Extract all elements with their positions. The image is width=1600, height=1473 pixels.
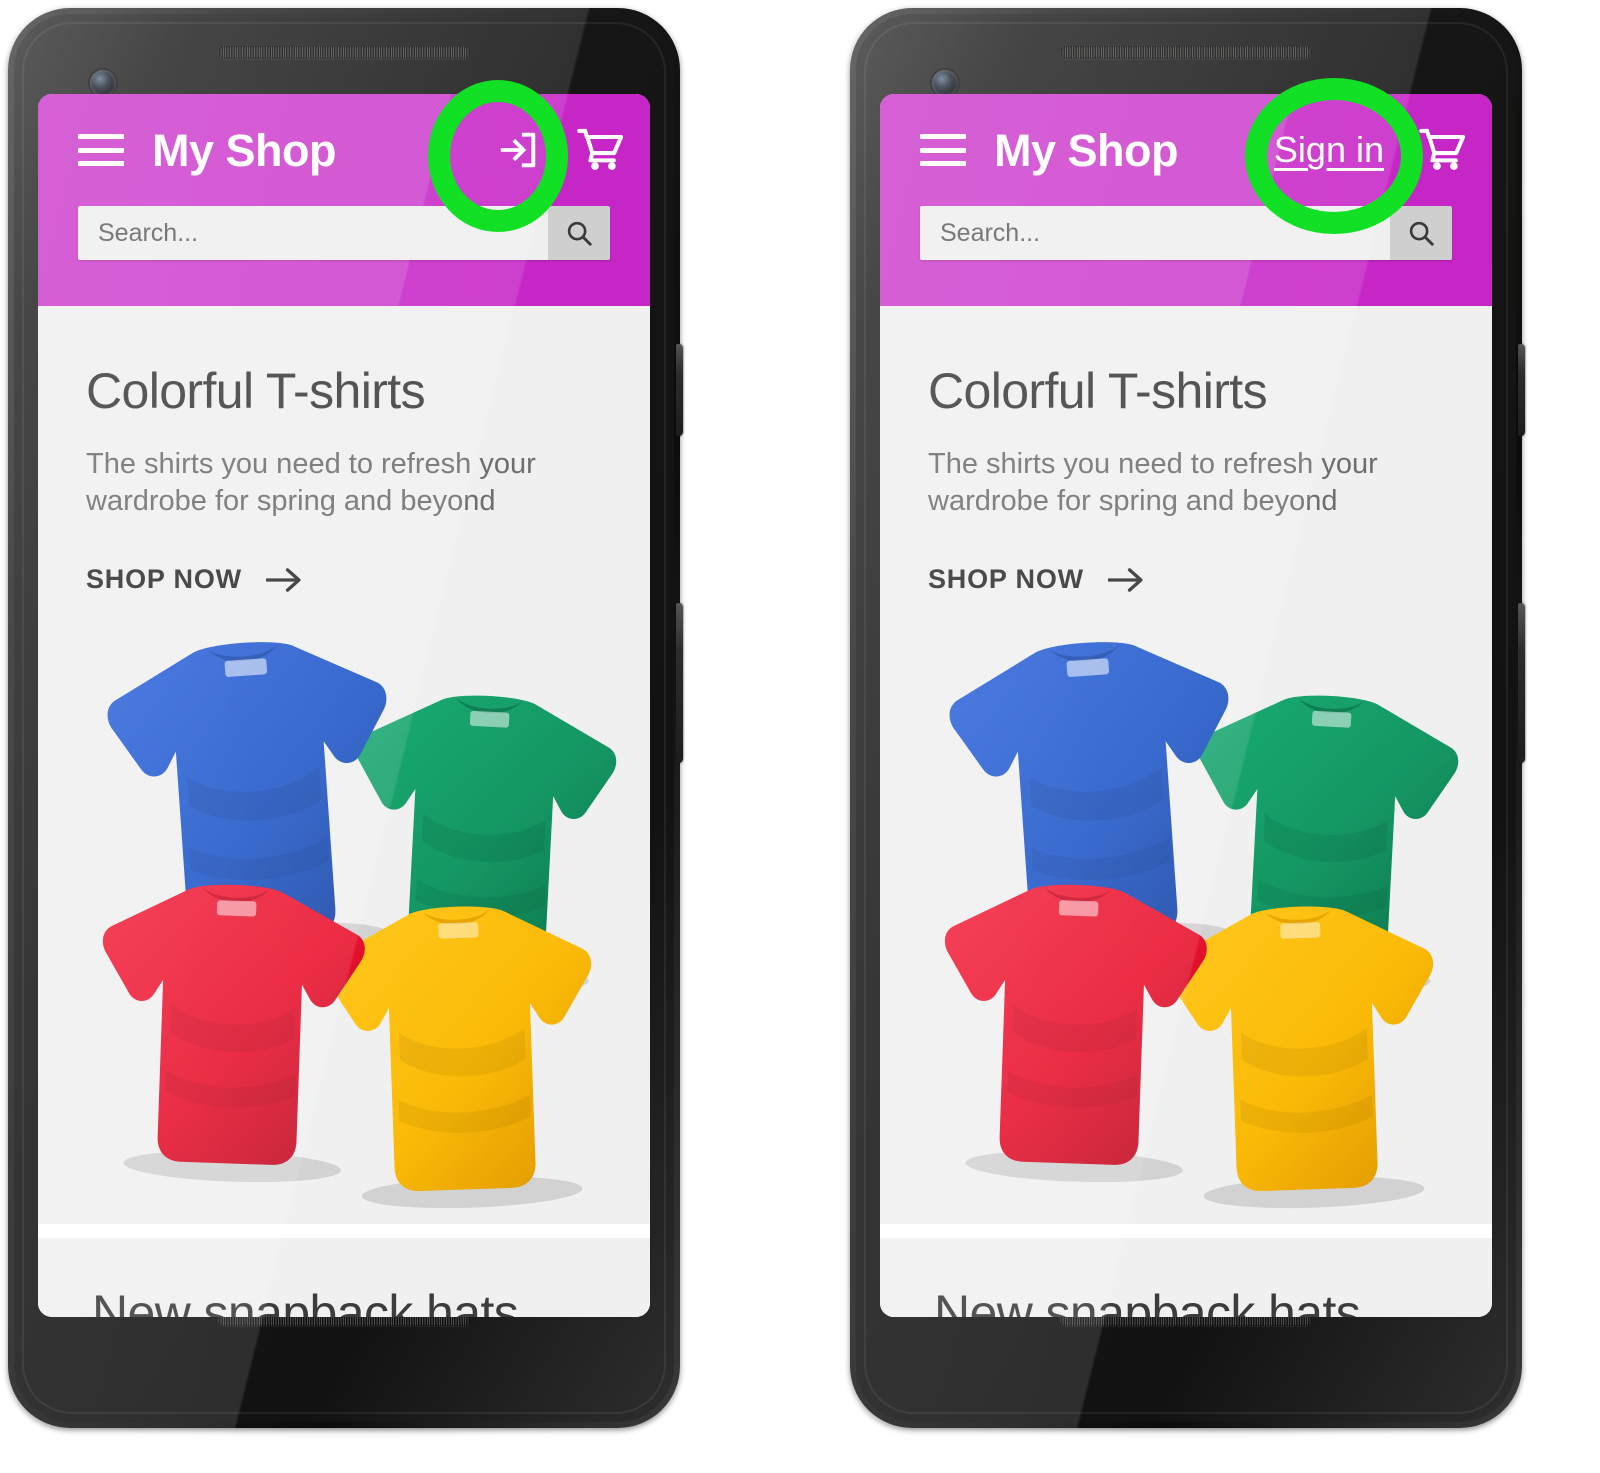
app-bar: My Shop xyxy=(38,94,650,306)
section-divider xyxy=(38,1224,650,1238)
login-icon[interactable] xyxy=(490,122,546,178)
hats-section: New snapback hats Dashing, distinctive. … xyxy=(880,1238,1492,1317)
hats-title: New snapback hats xyxy=(934,1285,1361,1317)
phone-screen-after: My Shop Sign in Search... Colorful T-shi… xyxy=(880,94,1492,1317)
page-content: Colorful T-shirts The shirts you need to… xyxy=(880,306,1492,1317)
hats-section: New snapback hats Dashing, distinctive. … xyxy=(38,1238,650,1317)
hero-title: Colorful T-shirts xyxy=(86,363,426,419)
hero-subtitle: The shirts you need to refresh your ward… xyxy=(928,448,1378,518)
page-content: Colorful T-shirts The shirts you need to… xyxy=(38,306,650,1317)
search-input[interactable] xyxy=(78,206,548,260)
arrow-right-icon xyxy=(1107,567,1143,592)
hamburger-menu-icon[interactable] xyxy=(920,134,966,166)
arrow-right-icon xyxy=(265,567,301,592)
front-camera-icon xyxy=(932,70,958,96)
shopping-cart-icon[interactable] xyxy=(1414,122,1470,178)
front-camera-icon xyxy=(90,70,116,96)
tshirts-photo xyxy=(906,613,1466,1213)
search-bar[interactable] xyxy=(920,206,1452,260)
shop-now-link[interactable]: SHOP NOW xyxy=(86,564,304,595)
sign-in-link[interactable]: Sign in xyxy=(1274,132,1384,168)
hero-section: Colorful T-shirts The shirts you need to… xyxy=(38,306,650,1224)
shop-now-link[interactable]: SHOP NOW xyxy=(928,564,1146,595)
earpiece-speaker-grille xyxy=(1060,46,1312,59)
app-bar: My Shop Sign in xyxy=(880,94,1492,306)
phone-screen-before: My Shop Search... Colorful T-shirts The … xyxy=(38,94,650,1317)
tshirts-photo xyxy=(64,613,624,1213)
phone-device-after: My Shop Sign in Search... Colorful T-shi… xyxy=(850,8,1525,1434)
volume-button[interactable] xyxy=(676,603,683,763)
section-divider xyxy=(880,1224,1492,1238)
app-bar-row: My Shop Sign in xyxy=(880,94,1492,206)
search-button[interactable] xyxy=(1390,206,1452,260)
search-icon xyxy=(567,221,592,246)
hamburger-menu-icon[interactable] xyxy=(78,134,124,166)
search-button[interactable] xyxy=(548,206,610,260)
power-button[interactable] xyxy=(1518,344,1525,436)
app-title: My Shop xyxy=(994,124,1179,176)
tshirt-red xyxy=(916,856,1229,1196)
search-input[interactable] xyxy=(920,206,1390,260)
earpiece-speaker-grille xyxy=(218,46,470,59)
power-button[interactable] xyxy=(676,344,683,436)
tshirt-red xyxy=(74,856,387,1196)
comparison-screenshot: My Shop Search... Colorful T-shirts The … xyxy=(0,0,1600,1473)
search-icon xyxy=(1409,221,1434,246)
volume-button[interactable] xyxy=(1518,603,1525,763)
hero-subtitle: The shirts you need to refresh your ward… xyxy=(86,448,536,518)
phone-device-before: My Shop Search... Colorful T-shirts The … xyxy=(8,8,683,1434)
search-bar[interactable] xyxy=(78,206,610,260)
hero-section: Colorful T-shirts The shirts you need to… xyxy=(880,306,1492,1224)
hats-title: New snapback hats xyxy=(92,1285,519,1317)
hero-title: Colorful T-shirts xyxy=(928,363,1268,419)
shopping-cart-icon[interactable] xyxy=(572,122,628,178)
app-bar-row: My Shop xyxy=(38,94,650,206)
shop-now-label: SHOP NOW xyxy=(928,564,1084,595)
app-title: My Shop xyxy=(152,124,337,176)
shop-now-label: SHOP NOW xyxy=(86,564,242,595)
